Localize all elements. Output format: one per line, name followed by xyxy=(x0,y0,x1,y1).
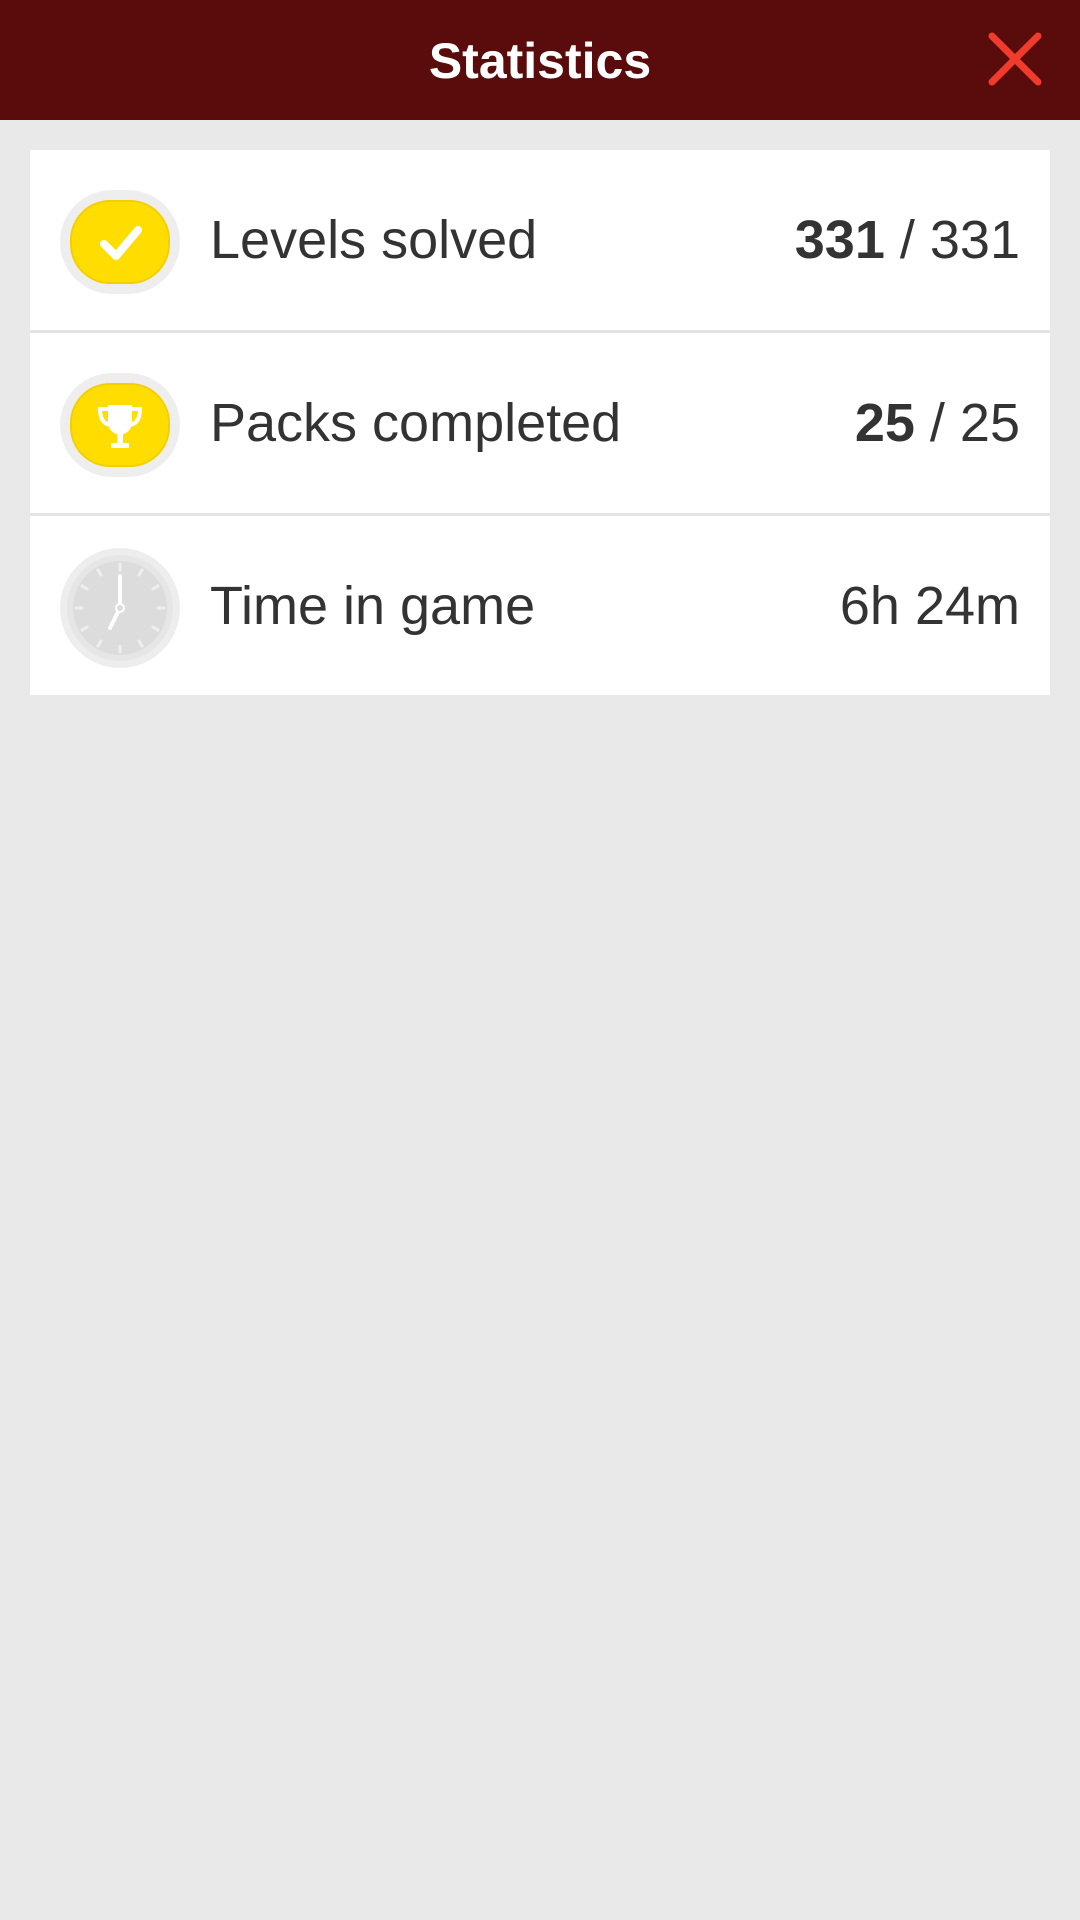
stat-total: 331 xyxy=(929,210,1020,270)
page-title: Statistics xyxy=(428,33,652,89)
stat-count: 331 xyxy=(794,210,885,270)
time-badge xyxy=(60,548,180,668)
stat-label: Packs completed xyxy=(210,393,622,453)
stats-card: Levels solved 331 / 331 Packs completed … xyxy=(30,150,1050,695)
header-bar: Statistics xyxy=(0,0,1080,120)
stat-count: 25 xyxy=(854,393,915,453)
close-icon xyxy=(982,26,1048,92)
stat-separator: / xyxy=(884,210,930,270)
stat-value: 6h 24m xyxy=(839,576,1020,636)
packs-badge xyxy=(60,373,180,477)
stat-separator: / xyxy=(914,393,960,453)
stat-value: 25 / 25 xyxy=(855,333,1020,513)
stat-label: Levels solved xyxy=(210,210,538,270)
stat-label: Time in game xyxy=(210,576,536,636)
stat-row-packs-completed: Packs completed 25 / 25 xyxy=(30,333,1050,513)
stat-total: 25 xyxy=(959,393,1020,453)
levels-badge xyxy=(60,190,180,294)
stat-value: 331 / 331 xyxy=(795,150,1020,330)
stat-row-levels-solved: Levels solved 331 / 331 xyxy=(30,150,1050,330)
close-button[interactable] xyxy=(982,26,1048,92)
stat-row-time-in-game: Time in game 6h 24m xyxy=(30,516,1050,696)
